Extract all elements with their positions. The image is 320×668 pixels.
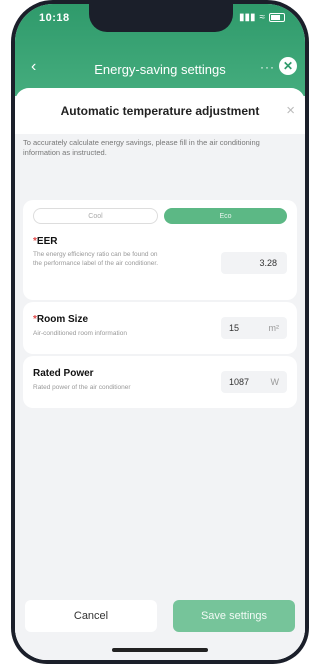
mode-option-cool[interactable]: Cool	[33, 208, 158, 224]
mode-toggle: Cool Eco	[33, 208, 287, 224]
room-size-unit: m²	[268, 323, 280, 333]
sheet-footer: Cancel Save settings	[15, 588, 305, 660]
room-size-label: *Room Size	[33, 314, 88, 325]
battery-icon	[269, 13, 285, 22]
eer-input[interactable]: 3.28	[221, 252, 287, 274]
mode-option-eco[interactable]: Eco	[164, 208, 287, 224]
nav-title: Energy-saving settings	[94, 61, 226, 77]
rated-power-value: 1087	[229, 377, 250, 387]
sheet-close-icon[interactable]: ×	[286, 102, 295, 119]
cancel-button[interactable]: Cancel	[25, 600, 157, 632]
eer-value: 3.28	[259, 258, 277, 268]
chevron-left-icon[interactable]: ‹	[31, 58, 36, 76]
eer-label: *EER	[33, 236, 57, 247]
bottom-sheet: Automatic temperature adjustment × To ac…	[15, 88, 305, 660]
rated-power-unit: W	[270, 377, 280, 387]
room-size-label-text: Room Size	[36, 314, 89, 325]
nav-bar: ‹ Energy-saving settings ··· ✕	[15, 56, 305, 82]
rated-power-label: Rated Power	[33, 368, 94, 379]
wifi-icon: ≈	[259, 12, 266, 23]
status-icons: ▮▮▮ ≈	[239, 12, 285, 23]
phone-frame: 10:18 ▮▮▮ ≈ ‹ Energy-saving settings ···…	[11, 0, 309, 664]
signal-icon: ▮▮▮	[238, 12, 256, 23]
room-size-value: 15	[229, 323, 240, 333]
eer-description: The energy efficiency ratio can be found…	[33, 251, 159, 267]
mode-and-eer-card: Cool Eco *EER The energy efficiency rati…	[23, 200, 297, 300]
sheet-title: Automatic temperature adjustment	[60, 104, 260, 118]
app-header: 10:18 ▮▮▮ ≈ ‹ Energy-saving settings ···…	[15, 4, 305, 96]
more-icon[interactable]: ···	[260, 60, 275, 74]
device-notch	[89, 4, 233, 32]
sheet-header: Automatic temperature adjustment ×	[15, 88, 305, 134]
room-size-description: Air-conditioned room information	[33, 330, 127, 337]
eer-label-text: EER	[36, 236, 58, 247]
rated-power-input[interactable]: 1087 W	[221, 371, 287, 393]
screen: 10:18 ▮▮▮ ≈ ‹ Energy-saving settings ···…	[15, 4, 305, 660]
save-settings-button[interactable]: Save settings	[173, 600, 295, 632]
room-size-input[interactable]: 15 m²	[221, 317, 287, 339]
close-icon[interactable]: ✕	[279, 57, 297, 75]
rated-power-card: Rated Power Rated power of the air condi…	[23, 356, 297, 408]
instructions-text: To accurately calculate energy savings, …	[23, 138, 260, 158]
rated-power-description: Rated power of the air conditioner	[33, 384, 131, 391]
status-time: 10:18	[39, 12, 70, 24]
room-size-card: *Room Size Air-conditioned room informat…	[23, 302, 297, 354]
home-indicator	[112, 648, 208, 652]
